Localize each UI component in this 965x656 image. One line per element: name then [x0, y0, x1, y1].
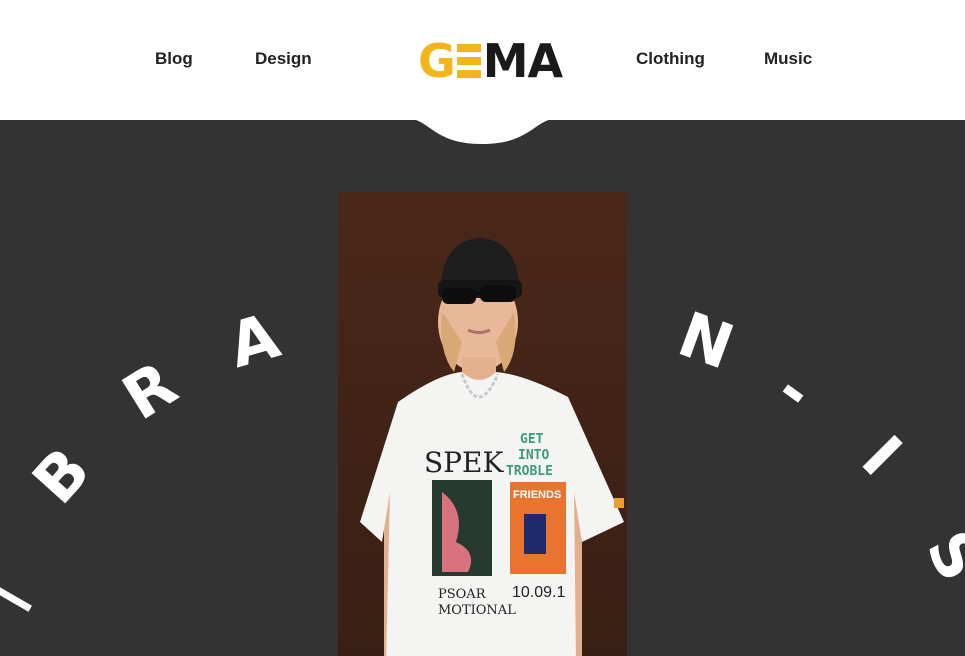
- ring-letter-dash: -: [763, 353, 828, 428]
- logo-letters-ma: MA: [482, 34, 563, 88]
- hero-section: | B R A N - I S SPEK PSOAR MOTIONAL GET …: [0, 120, 965, 656]
- nav-link-design[interactable]: Design: [255, 49, 312, 69]
- sunglasses-shape: [442, 288, 476, 304]
- shirt-text-get: GET: [520, 432, 544, 447]
- logo-letter-g: G: [418, 34, 456, 88]
- ring-letter-a: A: [220, 298, 287, 383]
- shirt-text-psoar: PSOAR: [438, 587, 487, 602]
- ring-letter-n: N: [669, 297, 743, 384]
- logo-e-mark: [456, 44, 481, 78]
- shirt-text-motional: MOTIONAL: [438, 603, 516, 618]
- shirt-text-troble: TROBLE: [506, 464, 553, 479]
- shirt-text-friends: FRIENDS: [513, 489, 561, 501]
- site-logo[interactable]: G MA: [418, 34, 563, 88]
- ring-letter-fragment-left: |: [0, 562, 37, 619]
- ring-letter-b: B: [18, 433, 105, 518]
- site-header: Blog Design G MA Clothing Music: [0, 0, 965, 120]
- nav-link-clothing[interactable]: Clothing: [636, 49, 705, 69]
- header-wave-notch: [405, 118, 560, 144]
- model-illustration: SPEK PSOAR MOTIONAL GET INTO TROBLE FRIE…: [360, 238, 624, 656]
- hero-photo: SPEK PSOAR MOTIONAL GET INTO TROBLE FRIE…: [338, 192, 627, 656]
- nav-link-music[interactable]: Music: [764, 49, 812, 69]
- ring-letter-r: R: [110, 346, 190, 435]
- shirt-text-date: 10.09.1: [512, 584, 565, 601]
- nav-link-blog[interactable]: Blog: [155, 49, 193, 69]
- shirt-text-into: INTO: [518, 448, 549, 463]
- shirt-text-spek: SPEK: [424, 446, 504, 479]
- ring-letter-i: I: [847, 421, 916, 490]
- ring-letter-s: S: [912, 518, 965, 593]
